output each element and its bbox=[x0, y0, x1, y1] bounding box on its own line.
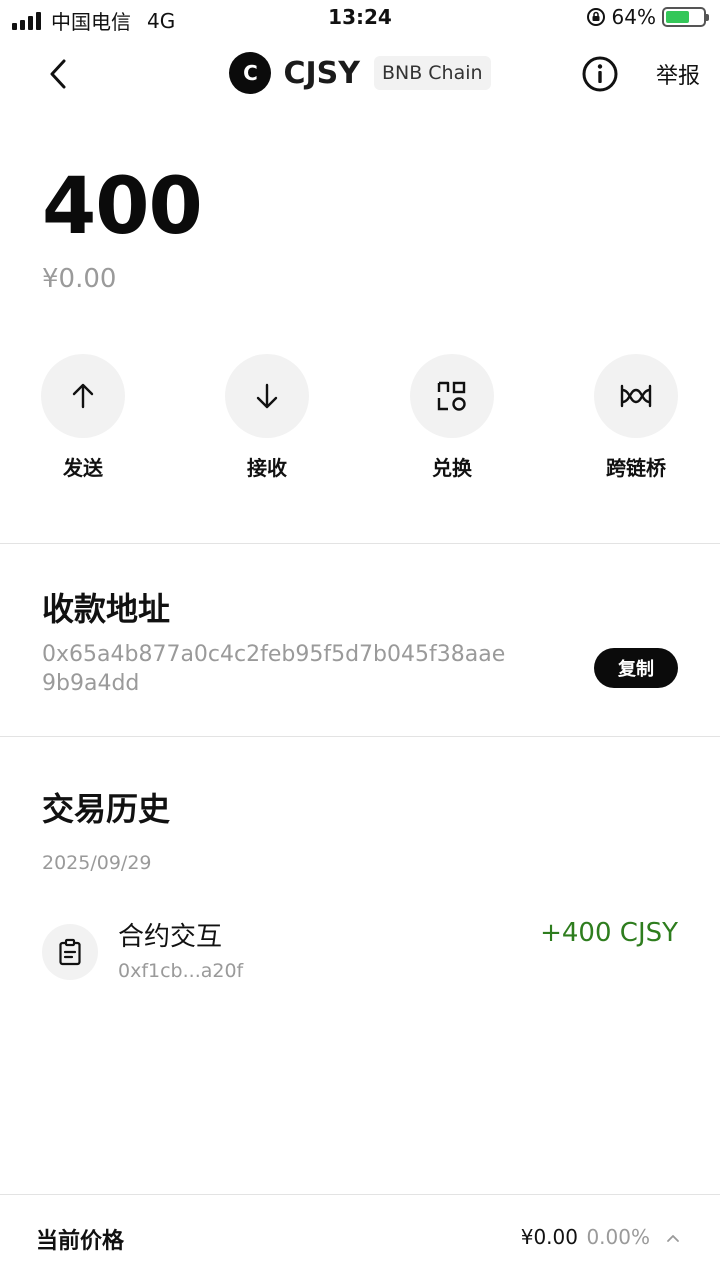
price-bar[interactable]: 当前价格 ¥0.00 0.00% bbox=[0, 1194, 720, 1280]
receive-button[interactable]: 接收 bbox=[212, 354, 322, 481]
address-title: 收款地址 bbox=[42, 590, 171, 628]
copy-address-button[interactable]: 复制 bbox=[594, 648, 678, 688]
history-date: 2025/09/29 bbox=[42, 852, 152, 874]
send-label: 发送 bbox=[63, 456, 103, 480]
swap-label: 兑换 bbox=[432, 456, 472, 480]
info-icon bbox=[582, 56, 618, 92]
status-bar: 中国电信 4G 13:24 64% bbox=[0, 0, 720, 36]
transaction-icon-wrap bbox=[42, 924, 98, 980]
divider bbox=[0, 736, 720, 737]
arrow-down-icon bbox=[256, 383, 278, 409]
battery-percent: 64% bbox=[611, 5, 656, 29]
arrow-up-icon bbox=[72, 383, 94, 409]
transaction-amount: +400 CJSY bbox=[540, 918, 678, 948]
token-symbol: CJSY bbox=[283, 55, 360, 91]
token-logo: C bbox=[229, 52, 272, 94]
bridge-label: 跨链桥 bbox=[606, 456, 666, 480]
price-change: 0.00% bbox=[586, 1225, 650, 1249]
transaction-type: 合约交互 bbox=[118, 922, 223, 952]
battery-fill bbox=[666, 11, 690, 23]
token-balance: 400 bbox=[42, 162, 203, 252]
swap-icon bbox=[437, 381, 466, 411]
bridge-button[interactable]: 跨链桥 bbox=[581, 354, 691, 481]
clipboard-icon bbox=[59, 938, 81, 966]
action-row: 发送 接收 兑换 跨链桥 bbox=[0, 354, 720, 484]
receive-label: 接收 bbox=[247, 456, 287, 480]
transaction-hash: 0xf1cb...a20f bbox=[118, 960, 244, 982]
info-button[interactable] bbox=[580, 54, 620, 94]
wallet-address: 0x65a4b877a0c4c2feb95f5d7b045f38aae9b9a4… bbox=[42, 642, 506, 696]
report-button[interactable]: 举报 bbox=[656, 58, 700, 90]
battery-icon bbox=[662, 7, 709, 27]
divider bbox=[0, 543, 720, 544]
history-title: 交易历史 bbox=[42, 790, 171, 828]
bridge-circle bbox=[594, 354, 678, 438]
orientation-lock-icon bbox=[586, 8, 605, 26]
receive-circle bbox=[225, 354, 309, 438]
swap-button[interactable]: 兑换 bbox=[397, 354, 507, 481]
price-value: ¥0.00 bbox=[520, 1225, 578, 1249]
chain-badge: BNB Chain bbox=[373, 56, 491, 90]
transaction-row[interactable]: 合约交互 0xf1cb...a20f +400 CJSY bbox=[42, 912, 678, 992]
status-right: 64% bbox=[586, 5, 709, 29]
swap-circle bbox=[410, 354, 494, 438]
send-circle bbox=[41, 354, 125, 438]
send-button[interactable]: 发送 bbox=[28, 354, 138, 481]
fiat-balance: ¥0.00 bbox=[42, 264, 117, 294]
chevron-up-icon[interactable] bbox=[666, 1231, 680, 1245]
price-label: 当前价格 bbox=[36, 1229, 125, 1254]
bridge-icon bbox=[620, 384, 652, 408]
header: C CJSY BNB Chain 举报 bbox=[0, 40, 720, 106]
